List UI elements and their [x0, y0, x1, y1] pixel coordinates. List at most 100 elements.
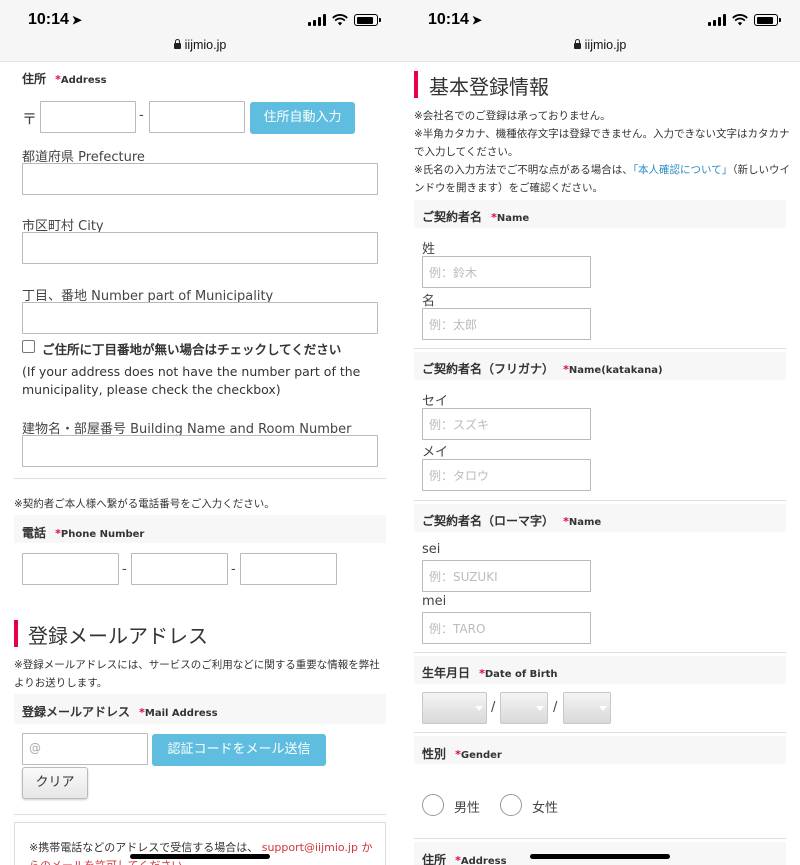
phone-second-input[interactable] — [131, 553, 228, 585]
birth-day-select[interactable] — [563, 692, 611, 724]
phone-separator: - — [122, 562, 127, 577]
phone-label-en: Phone Number — [60, 529, 145, 540]
home-indicator — [130, 854, 270, 859]
phone-third-input[interactable] — [240, 553, 337, 585]
divider — [414, 838, 786, 839]
kana-label-en: Name(katakana) — [568, 365, 663, 376]
name-label-row: ご契約者名 *Name — [422, 206, 529, 225]
address-bar-url[interactable]: iijmio.jp — [400, 38, 800, 52]
number-input[interactable] — [22, 302, 378, 334]
last-name-kana-input[interactable]: 例：スズキ — [422, 408, 591, 440]
roman-label: ご契約者名（ローマ字） — [422, 514, 555, 528]
gender-label-en: Gender — [460, 750, 502, 761]
cellular-signal-icon — [708, 14, 726, 26]
roman-sei-label: sei — [422, 542, 441, 557]
gender-female-radio[interactable] — [500, 794, 522, 816]
status-bar: 10:14 ➤ iijmio.jp — [400, 0, 800, 62]
status-time: 10:14 ➤ — [428, 11, 482, 28]
battery-icon — [754, 14, 781, 26]
dob-separator: / — [491, 700, 496, 715]
postal-code-first-input[interactable] — [40, 101, 136, 133]
status-icons — [308, 14, 381, 26]
prefecture-input[interactable] — [22, 163, 378, 195]
divider — [14, 814, 386, 815]
address-label: 住所 — [22, 72, 47, 86]
name-label-en: Name — [496, 213, 530, 224]
phone-label-row: 電話 *Phone Number — [22, 522, 144, 541]
address-label: 住所 — [422, 853, 447, 865]
mail-label-row: 登録メールアドレス *Mail Address — [22, 701, 218, 720]
no-number-note: (If your address does not have the numbe… — [22, 364, 361, 397]
chevron-down-icon — [596, 693, 610, 723]
first-name-roman-input[interactable]: 例：TARO — [422, 612, 591, 644]
note-line: ※氏名の入力方法でご不明な点がある場合は、「本人確認について」（新しいウインドウ… — [414, 164, 790, 194]
kana-label-row: ご契約者名（フリガナ） *Name(katakana) — [422, 358, 663, 377]
basic-info-notes: ※会社名でのご登録は承っておりません。 ※半角カタカナ、機種依存文字は登録できま… — [414, 107, 790, 197]
note-line: ※半角カタカナ、機種依存文字は登録できません。入力できない文字はカタカナで入力し… — [414, 128, 790, 158]
identity-check-link[interactable]: 「本人確認について」 — [633, 164, 732, 176]
mail-receive-note: ※携帯電話などのアドレスで受信する場合は、 support@iijmio.jp … — [29, 839, 375, 865]
dob-label-row: 生年月日 *Date of Birth — [422, 662, 558, 681]
wifi-icon — [332, 14, 348, 26]
gender-female-label: 女性 — [532, 801, 559, 816]
postal-code-second-input[interactable] — [149, 101, 245, 133]
birth-month-select[interactable] — [500, 692, 548, 724]
birth-year-select[interactable] — [422, 692, 487, 724]
kana-label: ご契約者名（フリガナ） — [422, 362, 555, 376]
lock-icon — [573, 39, 581, 49]
phone-label: 電話 — [22, 526, 47, 540]
first-name-kana-input[interactable]: 例：タロウ — [422, 459, 591, 491]
divider — [414, 652, 786, 653]
cellular-signal-icon — [308, 14, 326, 26]
dob-label: 生年月日 — [422, 666, 471, 680]
first-name-input[interactable]: 例：太郎 — [422, 308, 591, 340]
last-name-input[interactable]: 例：鈴木 — [422, 256, 591, 288]
address-label-en: Address — [60, 75, 107, 86]
address-label-row: 住所 *Address — [422, 849, 507, 865]
support-email: support@iijmio.jp — [261, 841, 358, 854]
mei-label: 名 — [422, 294, 436, 309]
roman-label-en: Name — [568, 517, 602, 528]
divider — [14, 478, 386, 479]
status-icons — [708, 14, 781, 26]
address-label-en: Address — [460, 856, 507, 865]
roman-label-row: ご契約者名（ローマ字） *Name — [422, 510, 601, 529]
clear-button[interactable]: クリア — [22, 767, 88, 799]
no-number-checkbox[interactable] — [22, 340, 35, 353]
location-arrow-icon: ➤ — [71, 13, 82, 27]
name-label: ご契約者名 — [422, 210, 483, 224]
mail-label-en: Mail Address — [144, 708, 218, 719]
city-input[interactable] — [22, 232, 378, 264]
mail-note: ※登録メールアドレスには、サービスのご利用などに関する重要な情報を弊社よりお送り… — [14, 659, 380, 689]
dob-separator: / — [553, 700, 558, 715]
battery-icon — [354, 14, 381, 26]
gender-male-radio[interactable] — [422, 794, 444, 816]
lock-icon — [173, 39, 181, 49]
sei-label: 姓 — [422, 242, 436, 257]
phone-separator: - — [231, 562, 236, 577]
dob-label-en: Date of Birth — [484, 669, 558, 680]
chevron-down-icon — [533, 693, 547, 723]
chevron-down-icon — [472, 693, 486, 723]
send-auth-code-button[interactable]: 認証コードをメール送信 — [152, 734, 326, 766]
address-bar-url[interactable]: iijmio.jp — [0, 38, 400, 52]
mail-section-heading: 登録メールアドレス — [28, 624, 208, 648]
last-name-roman-input[interactable]: 例：SUZUKI — [422, 560, 591, 592]
wifi-icon — [732, 14, 748, 26]
postal-mark: 〒 — [22, 110, 38, 128]
divider — [414, 500, 786, 501]
address-label-row: 住所 *Address — [22, 68, 107, 87]
heading-accent-bar — [14, 620, 18, 647]
mail-address-input[interactable]: @ — [22, 733, 148, 765]
kana-sei-label: セイ — [422, 394, 449, 409]
note-prefix: ※携帯電話などのアドレスで受信する場合は、 — [29, 841, 259, 854]
right-screen: 基本登録情報 ※会社名でのご登録は承っておりません。 ※半角カタカナ、機種依存文… — [400, 0, 800, 865]
phone-first-input[interactable] — [22, 553, 119, 585]
building-input[interactable] — [22, 435, 378, 467]
no-number-checkbox-label: ご住所に丁目番地が無い場合はチェックしてください — [42, 342, 342, 357]
address-auto-fill-button[interactable]: 住所自動入力 — [250, 102, 355, 134]
postal-separator: - — [139, 108, 144, 123]
status-time: 10:14 ➤ — [28, 11, 82, 28]
basic-info-heading: 基本登録情報 — [429, 75, 549, 99]
mail-label: 登録メールアドレス — [22, 705, 131, 719]
